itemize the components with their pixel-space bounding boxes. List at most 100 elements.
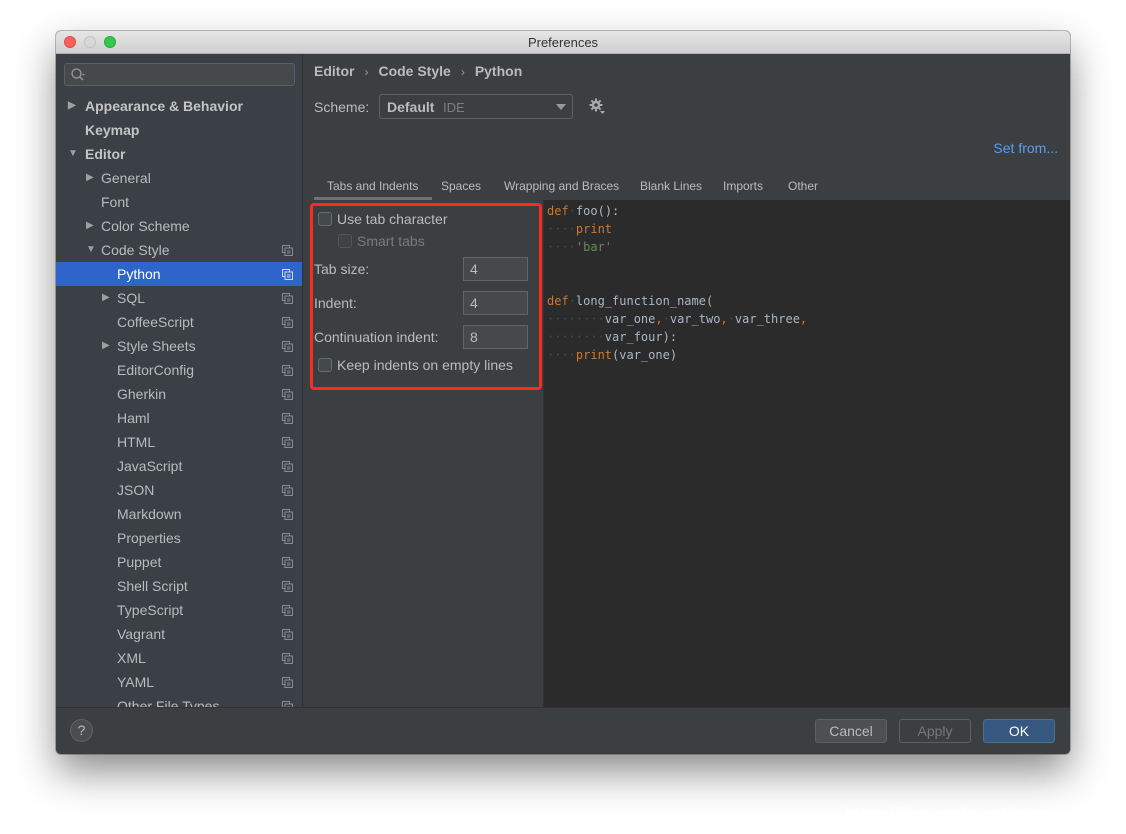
search-icon bbox=[71, 68, 85, 81]
sidebar-item-python[interactable]: Python bbox=[56, 262, 302, 286]
help-button[interactable]: ? bbox=[70, 719, 93, 742]
sidebar-item-label: SQL bbox=[117, 290, 146, 306]
dialog-footer: ? Cancel Apply OK bbox=[56, 707, 1070, 754]
sidebar-item-yaml[interactable]: YAML bbox=[56, 670, 302, 694]
sidebar-item-properties[interactable]: Properties bbox=[56, 526, 302, 550]
code-token: var_four): bbox=[604, 330, 678, 344]
use-tab-character-label: Use tab character bbox=[337, 211, 448, 227]
tab-blank-lines[interactable]: Blank Lines bbox=[640, 179, 702, 193]
project-scope-icon bbox=[282, 269, 293, 280]
expanded-arrow-icon[interactable]: ▼ bbox=[68, 142, 78, 166]
expanded-arrow-icon[interactable]: ▼ bbox=[86, 238, 96, 262]
sidebar-item-puppet[interactable]: Puppet bbox=[56, 550, 302, 574]
project-scope-icon bbox=[282, 317, 293, 328]
sidebar-item-markdown[interactable]: Markdown bbox=[56, 502, 302, 526]
project-scope-icon bbox=[282, 677, 293, 688]
keep-indents-label: Keep indents on empty lines bbox=[337, 357, 513, 373]
sidebar-item-label: Code Style bbox=[101, 242, 170, 258]
whitespace-marker: ···· bbox=[547, 240, 576, 254]
sidebar-item-shell-script[interactable]: Shell Script bbox=[56, 574, 302, 598]
sidebar-item-code-style[interactable]: ▼ Code Style bbox=[56, 238, 302, 262]
breadcrumb-item: Editor bbox=[314, 63, 355, 79]
sidebar-item-general[interactable]: ▶ General bbox=[56, 166, 302, 190]
sidebar-item-label: Appearance & Behavior bbox=[85, 98, 243, 114]
collapsed-arrow-icon[interactable]: ▶ bbox=[86, 166, 96, 190]
collapsed-arrow-icon[interactable]: ▶ bbox=[68, 94, 78, 118]
sidebar-item-vagrant[interactable]: Vagrant bbox=[56, 622, 302, 646]
code-token: , bbox=[655, 312, 663, 326]
set-from-link[interactable]: Set from... bbox=[993, 140, 1058, 156]
sidebar-item-label: Color Scheme bbox=[101, 218, 190, 234]
sidebar-item-style-sheets[interactable]: ▶ Style Sheets bbox=[56, 334, 302, 358]
code-token: var_two bbox=[669, 312, 721, 326]
sidebar-item-sql[interactable]: ▶ SQL bbox=[56, 286, 302, 310]
tab-tabs-and-indents[interactable]: Tabs and Indents bbox=[327, 179, 418, 193]
sidebar-item-editor[interactable]: ▼ Editor bbox=[56, 142, 302, 166]
sidebar-item-gherkin[interactable]: Gherkin bbox=[56, 382, 302, 406]
apply-button[interactable]: Apply bbox=[899, 719, 971, 743]
project-scope-icon bbox=[282, 437, 293, 448]
sidebar-item-coffeescript[interactable]: CoffeeScript bbox=[56, 310, 302, 334]
sidebar-item-label: Properties bbox=[117, 530, 181, 546]
sidebar-item-haml[interactable]: Haml bbox=[56, 406, 302, 430]
smart-tabs-checkbox[interactable] bbox=[338, 234, 352, 248]
sidebar-item-typescript[interactable]: TypeScript bbox=[56, 598, 302, 622]
sidebar-item-label: Gherkin bbox=[117, 386, 167, 402]
ok-button[interactable]: OK bbox=[983, 719, 1055, 743]
continuation-indent-input[interactable]: 8 bbox=[463, 325, 528, 349]
sidebar-item-xml[interactable]: XML bbox=[56, 646, 302, 670]
sidebar-item-other-file-types[interactable]: Other File Types bbox=[56, 694, 302, 707]
tab-wrapping-and-braces[interactable]: Wrapping and Braces bbox=[504, 179, 619, 193]
tab-size-input[interactable]: 4 bbox=[463, 257, 528, 281]
tab-imports[interactable]: Imports bbox=[723, 179, 763, 193]
whitespace-marker: ········ bbox=[547, 330, 605, 344]
tab-size-label: Tab size: bbox=[314, 261, 370, 277]
sidebar-item-editorconfig[interactable]: EditorConfig bbox=[56, 358, 302, 382]
indent-input[interactable]: 4 bbox=[463, 291, 528, 315]
settings-search-input[interactable] bbox=[64, 63, 295, 86]
code-line: ········var_one,·var_two,·var_three, bbox=[547, 310, 807, 328]
sidebar-item-javascript[interactable]: JavaScript bbox=[56, 454, 302, 478]
code-token: long_function_name( bbox=[575, 294, 714, 308]
collapsed-arrow-icon[interactable]: ▶ bbox=[102, 334, 112, 358]
settings-content: Editor › Code Style › Python Scheme: Default… bbox=[304, 54, 1070, 707]
sidebar-item-label: EditorConfig bbox=[117, 362, 195, 378]
sidebar-item-label: CoffeeScript bbox=[117, 314, 194, 330]
sidebar-item-json[interactable]: JSON bbox=[56, 478, 302, 502]
project-scope-icon bbox=[282, 581, 293, 592]
sidebar-item-html[interactable]: HTML bbox=[56, 430, 302, 454]
scheme-dropdown[interactable]: Default IDE bbox=[379, 94, 573, 119]
whitespace-marker: · bbox=[727, 312, 735, 326]
collapsed-arrow-icon[interactable]: ▶ bbox=[86, 214, 96, 238]
sidebar-item-font[interactable]: Font bbox=[56, 190, 302, 214]
sidebar-item-keymap[interactable]: Keymap bbox=[56, 118, 302, 142]
code-token: def bbox=[547, 204, 569, 218]
breadcrumb-item: Code Style bbox=[378, 63, 451, 79]
sidebar-item-label: Other File Types bbox=[117, 698, 220, 707]
sidebar-item-color-scheme[interactable]: ▶ Color Scheme bbox=[56, 214, 302, 238]
settings-tree: ▶ Appearance & Behavior Keymap ▼ Editor ▶ Gene… bbox=[56, 94, 302, 707]
code-line: ····print(var_one) bbox=[547, 346, 807, 364]
project-scope-icon bbox=[282, 653, 293, 664]
collapsed-arrow-icon[interactable]: ▶ bbox=[102, 286, 112, 310]
window-title: Preferences bbox=[527, 35, 599, 50]
preferences-window: Preferences ▶ Appearance & Behavior Keymap… bbox=[56, 31, 1070, 754]
whitespace-marker: · bbox=[568, 204, 576, 218]
code-token: (var_one) bbox=[612, 348, 678, 362]
use-tab-character-checkbox[interactable] bbox=[318, 212, 332, 226]
sidebar-item-appearance-behavior[interactable]: ▶ Appearance & Behavior bbox=[56, 94, 302, 118]
sidebar-item-label: Style Sheets bbox=[117, 338, 196, 354]
tab-other[interactable]: Other bbox=[788, 179, 818, 193]
project-scope-icon bbox=[282, 557, 293, 568]
sidebar-item-label: Haml bbox=[117, 410, 150, 426]
project-scope-icon bbox=[282, 605, 293, 616]
project-scope-icon bbox=[282, 413, 293, 424]
sidebar-item-label: HTML bbox=[117, 434, 156, 450]
gear-icon[interactable] bbox=[588, 97, 606, 115]
tab-spaces[interactable]: Spaces bbox=[441, 179, 481, 193]
cancel-button[interactable]: Cancel bbox=[815, 719, 887, 743]
code-token: var_one bbox=[604, 312, 656, 326]
keep-indents-checkbox[interactable] bbox=[318, 358, 332, 372]
code-line: def·long_function_name( bbox=[547, 292, 807, 310]
